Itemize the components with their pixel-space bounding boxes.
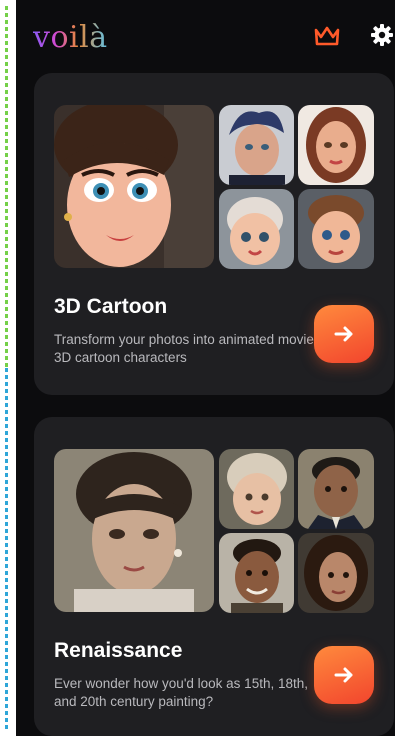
renaissance-preview-woman [298,533,374,613]
app-logo: voilà [33,20,108,55]
top-bar: voilà [16,0,395,70]
cartoon-preview-woman [298,105,374,185]
open-3d-cartoon-button[interactable] [314,305,374,363]
cartoon-preview-man [219,105,294,185]
renaissance-preview-main [54,449,214,612]
gear-icon[interactable] [370,23,394,47]
card-description: Transform your photos into animated movi… [54,332,314,365]
arrow-right-icon [334,326,353,342]
app-screen: voilà 3D Cartoon Transform your photos i… [16,0,395,736]
cartoon-preview-main [54,105,214,268]
card-title: Renaissance [54,639,183,662]
card-description: Ever wonder how you'd look as 15th, 18th… [54,676,308,709]
card-title: 3D Cartoon [54,295,168,318]
renaissance-preview-baby [219,449,294,529]
cartoon-preview-boy [298,189,374,269]
renaissance-preview-man [298,449,374,529]
card-renaissance[interactable]: Renaissance Ever wonder how you'd look a… [34,417,394,736]
cartoon-preview-baby-girl [219,189,294,269]
left-edge-decoration [0,0,16,736]
open-renaissance-button[interactable] [314,646,374,704]
arrow-right-icon [334,667,353,683]
renaissance-preview-smiling-man [219,533,294,613]
crown-icon[interactable] [313,25,341,47]
card-3d-cartoon[interactable]: 3D Cartoon Transform your photos into an… [34,73,394,395]
